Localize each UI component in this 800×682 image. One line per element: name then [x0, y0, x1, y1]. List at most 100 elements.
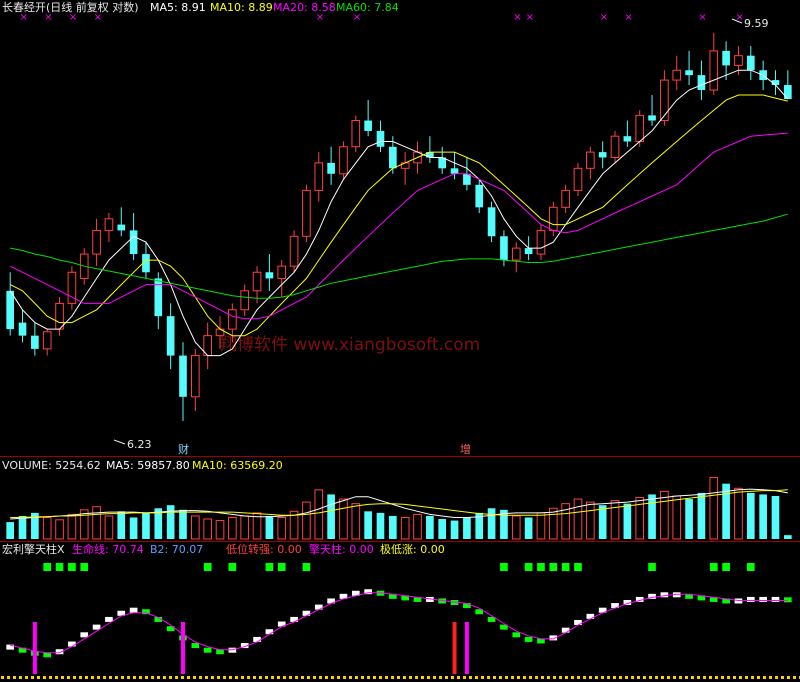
baseline-dot — [469, 676, 472, 679]
candle-body — [784, 85, 792, 100]
candle-body — [511, 247, 521, 261]
baseline-dot — [745, 676, 748, 679]
volume-bar — [511, 515, 521, 540]
baseline-dot — [139, 676, 142, 679]
signal-block — [203, 563, 212, 571]
signal-block — [549, 563, 558, 571]
baseline-dot — [463, 676, 466, 679]
volume-bar — [734, 487, 743, 540]
baseline-dot — [85, 676, 88, 679]
candle-body — [42, 331, 52, 350]
baseline-dot — [619, 676, 622, 679]
candle-body — [685, 70, 693, 76]
baseline-dot — [457, 676, 460, 679]
volume-ma10-label: MA10: 63569.20 — [192, 459, 283, 472]
life-line-block — [771, 596, 780, 602]
signal-block — [648, 563, 656, 571]
signal-block — [500, 563, 508, 571]
baseline-dot — [109, 676, 112, 679]
life-line-block — [759, 596, 767, 602]
volume-bar — [524, 517, 533, 539]
volume-bar — [697, 492, 706, 539]
life-line-block — [203, 647, 212, 653]
baseline-dot — [577, 676, 580, 679]
baseline-dot — [529, 676, 532, 679]
baseline-dot — [229, 676, 232, 679]
volume-bar — [191, 515, 200, 540]
volume-bar — [759, 494, 767, 539]
candle-body — [364, 120, 372, 131]
volume-bar — [228, 516, 237, 540]
candle-body — [635, 114, 645, 142]
candle-body — [648, 115, 656, 121]
baseline-dot — [67, 676, 70, 679]
volume-bar — [426, 515, 434, 539]
note-cai: 财 — [178, 442, 189, 456]
baseline-dot — [595, 676, 598, 679]
volume-bar — [573, 498, 583, 540]
volume-bar — [327, 494, 335, 539]
candle-body — [191, 355, 200, 398]
baseline-dot — [607, 676, 610, 679]
candle-body — [598, 152, 607, 158]
qingtianzhu-bar — [452, 622, 457, 674]
signal-block — [561, 563, 570, 571]
candle-body — [734, 55, 743, 66]
baseline-dot — [127, 676, 130, 679]
signal-block — [537, 563, 545, 571]
baseline-dot — [685, 676, 688, 679]
baseline-dot — [733, 676, 736, 679]
baseline-dot — [283, 676, 286, 679]
volume-bar — [672, 495, 682, 540]
baseline-dot — [487, 676, 490, 679]
candle-body — [240, 290, 250, 311]
volume-bar — [117, 511, 126, 539]
signal-marker: × — [316, 12, 324, 23]
candle-body — [327, 162, 335, 174]
signal-marker: × — [624, 12, 632, 23]
qingtianzhu-bar — [464, 622, 469, 674]
baseline-dot — [661, 676, 664, 679]
baseline-dot — [295, 676, 298, 679]
signal-block — [302, 563, 311, 571]
life-line-block — [105, 616, 113, 622]
baseline-dot — [223, 676, 226, 679]
baseline-dot — [523, 676, 526, 679]
life-line-block — [68, 641, 76, 647]
baseline-dot — [97, 676, 100, 679]
life-line-block — [265, 629, 274, 635]
baseline-dot — [337, 676, 340, 679]
candle-body — [314, 162, 324, 191]
baseline-dot — [307, 676, 310, 679]
baseline-dot — [187, 676, 190, 679]
baseline-dot — [721, 676, 724, 679]
volume-bar — [364, 511, 372, 539]
b2-label: B2: 70.07 — [150, 543, 203, 556]
baseline-dot — [727, 676, 730, 679]
signal-block — [55, 563, 64, 571]
volume-bar — [536, 512, 546, 540]
volume-bar — [376, 512, 385, 539]
baseline-dot — [787, 676, 790, 679]
baseline-dot — [373, 676, 376, 679]
baseline-dot — [151, 676, 154, 679]
candle-body — [376, 130, 385, 147]
baseline-dot — [739, 676, 742, 679]
baseline-dot — [115, 676, 118, 679]
signal-block — [574, 563, 582, 571]
baseline-dot — [553, 676, 556, 679]
volume-bar — [413, 513, 422, 540]
baseline-dot — [415, 676, 418, 679]
volume-bar — [450, 520, 459, 539]
baseline-dot — [121, 676, 124, 679]
life-line-block — [524, 636, 533, 642]
volume-bar — [648, 494, 656, 539]
watermark: 翔博软件 www.xiangbosoft.com — [220, 335, 480, 355]
baseline-dot — [175, 676, 178, 679]
indicator-name: 宏利擎天柱X — [2, 542, 65, 556]
candle-body — [129, 230, 138, 255]
baseline-dot — [277, 676, 280, 679]
baseline-dot — [91, 676, 94, 679]
baseline-dot — [601, 676, 604, 679]
baseline-dot — [247, 676, 250, 679]
